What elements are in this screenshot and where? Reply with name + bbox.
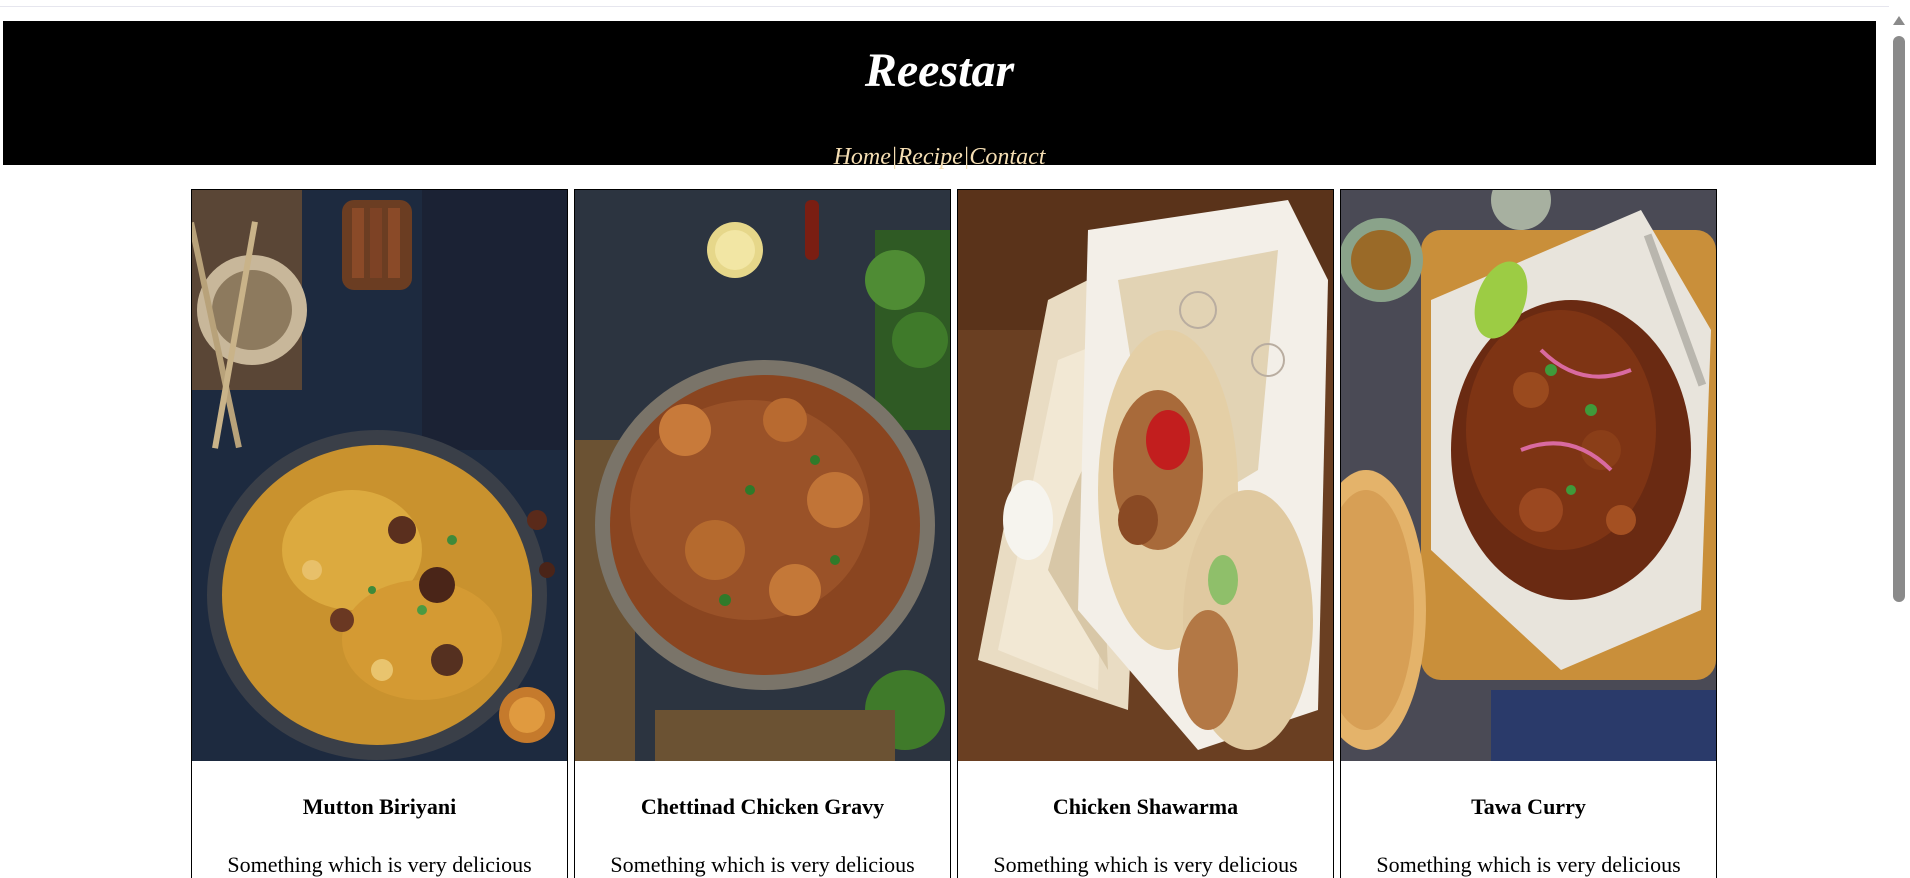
scrollbar-thumb[interactable] (1893, 36, 1905, 602)
recipe-card-chettinad-chicken-gravy[interactable]: Chettinad Chicken Gravy Something which … (574, 189, 951, 878)
recipe-description: Something which is very delicious (227, 852, 532, 877)
vertical-scrollbar[interactable] (1889, 12, 1910, 878)
recipe-card-chicken-shawarma[interactable]: Chicken Shawarma Something which is very… (957, 189, 1334, 878)
site-header: Reestar Home|Recipe|Contact (3, 21, 1876, 170)
recipe-description: Something which is very delicious (610, 852, 915, 877)
nav-separator: | (890, 144, 898, 170)
chicken-shawarma-photo[interactable] (958, 190, 1333, 761)
top-divider (0, 6, 1889, 7)
nav-link-recipe[interactable]: Recipe (898, 144, 963, 170)
recipe-title: Chettinad Chicken Gravy (640, 794, 885, 819)
tawa-curry-photo[interactable] (1341, 190, 1716, 761)
recipe-title: Tawa Curry (1471, 794, 1586, 819)
chettinad-chicken-gravy-photo[interactable] (575, 190, 950, 761)
page: Reestar Home|Recipe|Contact Mutton Biriy… (0, 0, 1910, 878)
recipe-card-tawa-curry[interactable]: Tawa Curry Something which is very delic… (1340, 189, 1717, 878)
nav-link-home[interactable]: Home (834, 144, 891, 170)
scroll-up-arrow-icon[interactable] (1893, 16, 1905, 25)
main-nav: Home|Recipe|Contact (3, 143, 1876, 171)
recipe-description: Something which is very delicious (1376, 852, 1681, 877)
site-title: Reestar (864, 44, 1015, 97)
recipe-title: Mutton Biriyani (302, 794, 457, 819)
mutton-biriyani-photo[interactable] (192, 190, 567, 761)
recipe-title: Chicken Shawarma (1052, 794, 1239, 819)
recipe-description: Something which is very delicious (993, 852, 1298, 877)
recipe-cards: Mutton Biriyani Something which is very … (191, 189, 1718, 878)
nav-link-contact[interactable]: Contact (969, 144, 1045, 170)
recipe-card-mutton-biriyani[interactable]: Mutton Biriyani Something which is very … (191, 189, 568, 878)
